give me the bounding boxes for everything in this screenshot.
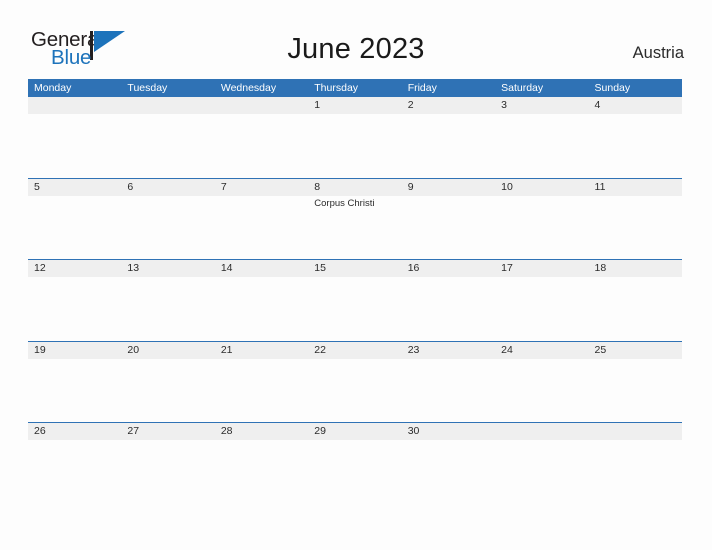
day-cell[interactable]: 13 <box>121 260 214 341</box>
day-events: Corpus Christi <box>314 196 401 210</box>
weekday-header-monday: Monday <box>34 82 72 94</box>
day-cell[interactable]: 22 <box>308 342 401 423</box>
day-number: 30 <box>407 425 420 437</box>
day-number: 11 <box>594 180 606 193</box>
calendar-weeks: 1 2 3 4 5 6 7 8 Corpus Christi 9 10 11 12 13 14 15 16 17 1… <box>28 97 682 504</box>
day-number: 5 <box>34 180 40 193</box>
day-number: 2 <box>407 99 414 111</box>
day-cell[interactable]: 25 <box>589 342 682 423</box>
day-number: 29 <box>314 425 326 437</box>
day-cell[interactable]: 14 <box>215 260 308 341</box>
week-cells: 26 27 28 29 30 <box>28 423 682 504</box>
day-cell[interactable]: 3 <box>495 97 588 178</box>
calendar-grid: Monday Tuesday Wednesday Thursday Friday Satu… <box>28 79 682 504</box>
day-cell[interactable]: 18 <box>589 260 682 341</box>
day-number: 13 <box>127 262 140 274</box>
day-cell[interactable]: 2 <box>402 97 495 178</box>
weekday-header-thursday: Thursday <box>314 82 359 94</box>
week-cells: 19 20 21 22 23 24 25 <box>28 342 682 423</box>
day-cell[interactable]: 16 <box>402 260 495 341</box>
day-number: 1 <box>314 99 321 111</box>
day-cell-empty <box>215 97 308 178</box>
calendar-page: General Blue June 2023 Austria Monday Tue… <box>0 0 712 550</box>
day-cell-empty <box>28 97 121 178</box>
day-cell[interactable]: 28 <box>215 423 308 504</box>
day-cell[interactable]: 9 <box>402 179 495 260</box>
day-cell[interactable]: 11 <box>589 179 682 260</box>
calendar-week-row: 1 2 3 4 <box>28 97 682 178</box>
day-cell[interactable]: 27 <box>121 423 214 504</box>
day-number: 24 <box>501 343 513 356</box>
day-number: 4 <box>594 99 601 111</box>
page-header: General Blue June 2023 Austria <box>0 0 712 76</box>
day-cell[interactable]: 4 <box>589 97 682 178</box>
weekday-header-row: Monday Tuesday Wednesday Thursday Friday Satu… <box>28 79 682 97</box>
day-number: 9 <box>407 180 414 193</box>
calendar-week-row: 5 6 7 8 Corpus Christi 9 10 11 <box>28 177 682 260</box>
day-cell[interactable]: 17 <box>495 260 588 341</box>
day-number: 27 <box>127 425 140 437</box>
day-cell[interactable]: 24 <box>495 342 588 423</box>
day-number: 10 <box>501 180 513 193</box>
day-cell[interactable]: 7 <box>215 179 308 260</box>
day-cell[interactable]: 21 <box>215 342 308 423</box>
day-cell[interactable]: 23 <box>402 342 495 423</box>
day-number: 16 <box>407 262 420 274</box>
day-number: 17 <box>501 262 513 274</box>
week-cells: 12 13 14 15 16 17 18 <box>28 260 682 341</box>
day-cell[interactable]: 19 <box>28 342 121 423</box>
day-number: 22 <box>314 343 326 356</box>
holiday-label: Corpus Christi <box>314 197 375 209</box>
day-number: 23 <box>407 343 420 356</box>
day-cell[interactable]: 8 Corpus Christi <box>308 179 401 260</box>
day-number: 18 <box>594 262 607 274</box>
day-cell[interactable]: 20 <box>121 342 214 423</box>
weekday-header-saturday: Saturday <box>501 82 544 94</box>
day-cell[interactable]: 12 <box>28 260 121 341</box>
weekday-header-tuesday: Tuesday <box>127 82 168 94</box>
day-cell[interactable]: 1 <box>308 97 401 178</box>
day-number: 12 <box>34 262 46 274</box>
day-number: 3 <box>501 99 507 111</box>
weekday-header-sunday: Sunday <box>594 82 631 94</box>
day-cell[interactable]: 29 <box>308 423 401 504</box>
day-number: 20 <box>127 343 140 356</box>
page-title: June 2023 <box>287 33 425 65</box>
day-cell[interactable]: 6 <box>121 179 214 260</box>
day-number: 8 <box>314 180 321 193</box>
weekday-header-friday: Friday <box>407 82 437 94</box>
day-number: 28 <box>220 425 233 437</box>
day-number: 6 <box>127 180 134 193</box>
calendar-week-row: 12 13 14 15 16 17 18 <box>28 259 682 341</box>
calendar-week-row: 19 20 21 22 23 24 25 <box>28 340 682 423</box>
day-number: 25 <box>594 343 607 356</box>
day-number: 14 <box>220 262 233 274</box>
day-cell-empty <box>121 97 214 178</box>
day-cell[interactable]: 5 <box>28 179 121 260</box>
day-number: 21 <box>220 343 233 356</box>
day-number: 15 <box>314 262 326 274</box>
day-cell[interactable]: 10 <box>495 179 588 260</box>
weekday-header-wednesday: Wednesday <box>220 82 277 94</box>
day-number: 7 <box>220 180 227 193</box>
week-cells: 1 2 3 4 <box>28 97 682 178</box>
day-cell-empty <box>495 423 588 504</box>
week-cells: 5 6 7 8 Corpus Christi 9 10 11 <box>28 179 682 260</box>
day-cell[interactable]: 26 <box>28 423 121 504</box>
day-cell[interactable]: 30 <box>402 423 495 504</box>
day-number: 19 <box>34 343 46 356</box>
country-label: Austria <box>632 44 684 62</box>
day-number: 26 <box>34 425 46 437</box>
day-cell-empty <box>589 423 682 504</box>
calendar-week-row: 26 27 28 29 30 <box>28 422 682 504</box>
day-cell[interactable]: 15 <box>308 260 401 341</box>
